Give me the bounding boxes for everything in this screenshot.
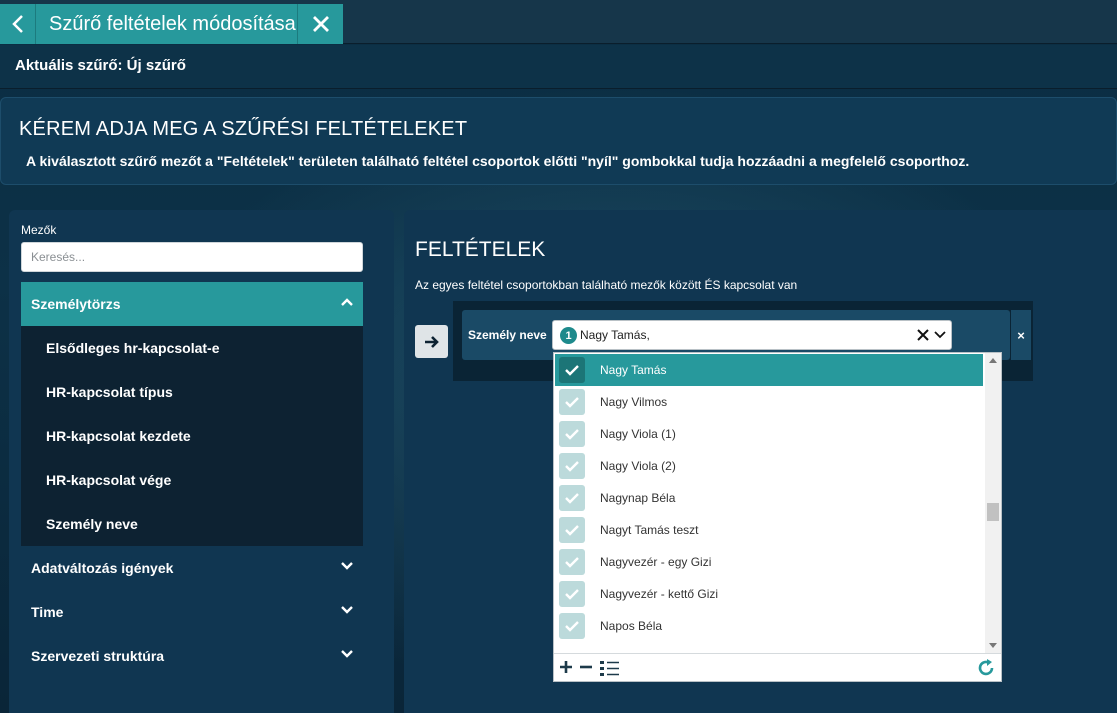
group-adatvaltozas[interactable]: Adatváltozás igények	[21, 546, 363, 590]
group-label: Adatváltozás igények	[31, 560, 174, 576]
dropdown-scrollbar[interactable]	[985, 353, 1001, 653]
chevron-down-icon	[341, 562, 353, 570]
checkbox[interactable]	[559, 421, 585, 447]
field-item[interactable]: HR-kapcsolat vége	[21, 458, 363, 502]
close-button[interactable]	[298, 4, 343, 44]
chevron-left-icon	[11, 15, 23, 33]
checkbox[interactable]	[559, 357, 585, 383]
close-icon	[312, 16, 329, 32]
window-tab: Szűrő feltételek módosítása	[0, 4, 343, 44]
field-item[interactable]: HR-kapcsolat típus	[21, 370, 363, 414]
field-search-input[interactable]	[21, 242, 363, 272]
option-label: Nagyvezér - kettő Gizi	[600, 587, 719, 601]
option-item[interactable]: Nagy Tamás	[555, 354, 983, 386]
check-icon	[565, 365, 579, 376]
check-icon	[565, 557, 579, 568]
checkbox[interactable]	[559, 485, 585, 511]
check-icon	[565, 461, 579, 472]
condition-field-label: Személy neve	[468, 328, 547, 342]
option-item[interactable]: Nagynap Béla	[555, 482, 983, 514]
option-label: Nagy Viola (1)	[600, 427, 676, 441]
scroll-thumb[interactable]	[987, 503, 999, 521]
chevron-down-icon	[341, 606, 353, 614]
checkbox[interactable]	[559, 581, 585, 607]
option-label: Napos Béla	[600, 619, 663, 633]
option-item[interactable]: Nagy Vilmos	[555, 386, 983, 418]
group-time[interactable]: Time	[21, 590, 363, 634]
check-icon	[565, 525, 579, 536]
option-label: Nagy Tamás	[600, 363, 667, 377]
field-item[interactable]: Személy neve	[21, 502, 363, 546]
fields-panel: Mezők Személytörzs Elsődleges hr-kapcsol…	[9, 210, 394, 713]
checkbox[interactable]	[559, 517, 585, 543]
top-bar: Szűrő feltételek módosítása	[0, 0, 1117, 44]
remove-condition-button[interactable]: ×	[1010, 310, 1031, 360]
option-label: Nagyt Tamás teszt	[600, 523, 699, 537]
option-item[interactable]: Nagyvezér - kettő Gizi	[555, 578, 983, 610]
selected-count-badge: 1	[560, 327, 577, 344]
group-szervezeti[interactable]: Szervezeti struktúra	[21, 634, 363, 678]
option-item[interactable]: Napos Béla	[555, 610, 983, 642]
option-label: Nagyvezér - egy Gizi	[600, 555, 712, 569]
group-label: Személytörzs	[31, 296, 121, 312]
check-icon	[565, 429, 579, 440]
option-item[interactable]: Nagy Viola (2)	[555, 450, 983, 482]
check-icon	[565, 621, 579, 632]
option-label: Nagy Viola (2)	[600, 459, 676, 473]
option-label: Nagy Vilmos	[600, 395, 668, 409]
group-label: Time	[31, 604, 64, 620]
option-item[interactable]: Nagyt Tamás teszt	[555, 514, 983, 546]
chevron-down-icon[interactable]	[933, 329, 947, 341]
window-title: Szűrő feltételek módosítása	[36, 4, 298, 44]
banner-heading: KÉREM ADJA MEG A SZŰRÉSI FELTÉTELEKET	[19, 118, 468, 140]
refresh-icon[interactable]	[976, 658, 996, 678]
fields-label: Mezők	[21, 223, 57, 237]
scroll-up-icon[interactable]	[989, 358, 997, 363]
back-button[interactable]	[0, 4, 36, 44]
deselect-all-icon[interactable]	[579, 660, 593, 674]
chevron-up-icon	[341, 298, 353, 306]
checkbox[interactable]	[559, 613, 585, 639]
instruction-banner: KÉREM ADJA MEG A SZŰRÉSI FELTÉTELEKET A …	[0, 97, 1117, 185]
check-icon	[565, 589, 579, 600]
person-dropdown-list: Nagy Tamás Nagy Vilmos Nagy Viola (1) Na…	[553, 352, 1002, 682]
checkbox[interactable]	[559, 453, 585, 479]
option-item[interactable]: Nagy Viola (1)	[555, 418, 983, 450]
chevron-down-icon	[341, 650, 353, 658]
select-all-icon[interactable]	[559, 660, 573, 674]
conditions-title: FELTÉTELEK	[415, 238, 546, 261]
banner-description: A kiválasztott szűrő mezőt a "Feltételek…	[26, 153, 970, 169]
arrow-right-icon	[424, 335, 439, 348]
group-subitems: Elsődleges hr-kapcsolat-e HR-kapcsolat t…	[21, 326, 363, 546]
selected-value: Nagy Tamás,	[580, 328, 650, 342]
group-szemelytorzs[interactable]: Személytörzs	[21, 282, 363, 326]
add-to-group-button[interactable]	[415, 325, 448, 358]
option-item[interactable]: Nagyvezér - egy Gizi	[555, 546, 983, 578]
scroll-down-icon[interactable]	[989, 643, 997, 648]
checkbox[interactable]	[559, 389, 585, 415]
current-filter-text: Aktuális szűrő: Új szűrő	[15, 57, 186, 74]
conditions-description: Az egyes feltétel csoportokban található…	[415, 278, 798, 292]
field-item[interactable]: HR-kapcsolat kezdete	[21, 414, 363, 458]
dropdown-footer	[554, 653, 1001, 681]
group-label: Szervezeti struktúra	[31, 648, 165, 664]
field-item[interactable]: Elsődleges hr-kapcsolat-e	[21, 326, 363, 370]
clear-selection-icon[interactable]	[916, 327, 930, 343]
check-icon	[565, 493, 579, 504]
list-view-icon[interactable]	[600, 660, 620, 676]
person-name-select[interactable]: 1 Nagy Tamás,	[552, 320, 952, 350]
option-label: Nagynap Béla	[600, 491, 676, 505]
checkbox[interactable]	[559, 549, 585, 575]
current-filter-bar: Aktuális szűrő: Új szűrő	[0, 45, 1117, 89]
check-icon	[565, 397, 579, 408]
